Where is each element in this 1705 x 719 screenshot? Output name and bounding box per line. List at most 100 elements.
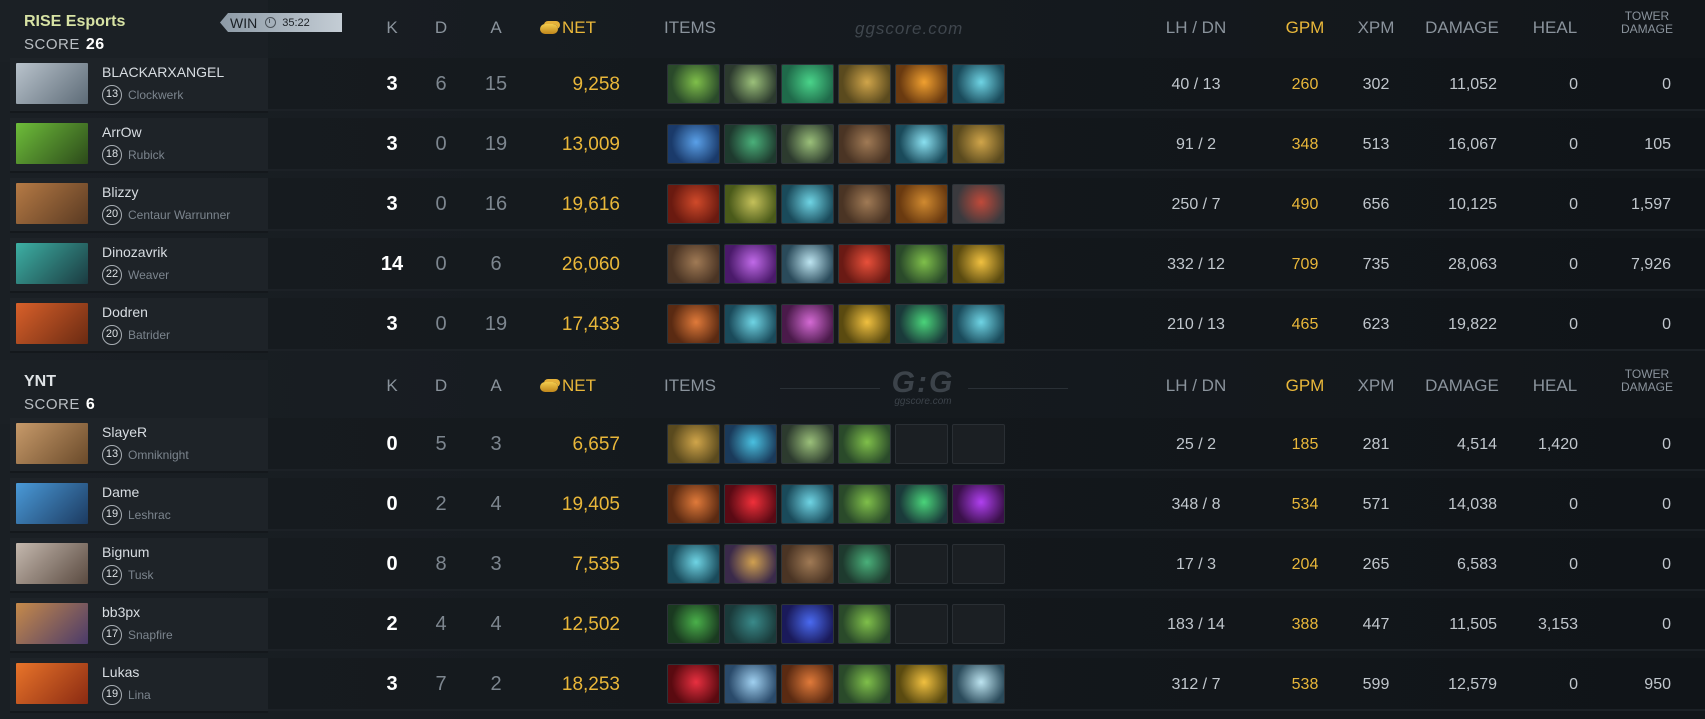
player-name[interactable]: BLACKARXANGEL xyxy=(102,64,224,80)
boots-icon[interactable] xyxy=(781,544,834,584)
boots-icon[interactable] xyxy=(838,184,891,224)
player-row[interactable]: SlayeR 13 Omniknight 0 5 3 6,657 25 / 2 185 281 4,… xyxy=(0,418,1705,473)
hero-portrait[interactable] xyxy=(16,183,88,224)
blink-dagger-icon[interactable] xyxy=(724,124,777,164)
player-name[interactable]: Bignum xyxy=(102,544,149,560)
wind-lace-icon[interactable] xyxy=(781,184,834,224)
player-card[interactable]: Bignum 12 Tusk xyxy=(10,538,268,593)
hero-portrait[interactable] xyxy=(16,303,88,344)
helm-icon[interactable] xyxy=(952,244,1005,284)
player-row[interactable]: bb3px 17 Snapfire 2 4 4 12,502 183 / 14 388 447 11… xyxy=(0,598,1705,653)
player-row[interactable]: Dodren 20 Batrider 3 0 19 17,433 210 / 13 465 623… xyxy=(0,298,1705,353)
empty-item-slot[interactable] xyxy=(895,544,948,584)
quelling-blade-icon[interactable] xyxy=(781,424,834,464)
wind-lace-icon[interactable] xyxy=(667,544,720,584)
wind-lace-icon[interactable] xyxy=(952,64,1005,104)
bloodstone-icon[interactable] xyxy=(724,484,777,524)
player-name[interactable]: Dame xyxy=(102,484,139,500)
tranquil-boots-icon[interactable] xyxy=(781,64,834,104)
skadi-icon[interactable] xyxy=(781,244,834,284)
hero-portrait[interactable] xyxy=(16,603,88,644)
empty-item-slot[interactable] xyxy=(952,424,1005,464)
player-name[interactable]: bb3px xyxy=(102,604,140,620)
hero-portrait[interactable] xyxy=(16,483,88,524)
lotus-icon[interactable] xyxy=(895,484,948,524)
blink-dagger-icon[interactable] xyxy=(838,544,891,584)
iron-branch-icon[interactable] xyxy=(838,664,891,704)
lotus-icon[interactable] xyxy=(895,304,948,344)
player-name[interactable]: Lukas xyxy=(102,664,139,680)
mango-icon[interactable] xyxy=(895,64,948,104)
player-name[interactable]: Dodren xyxy=(102,304,148,320)
pipe-icon[interactable] xyxy=(724,184,777,224)
hero-portrait[interactable] xyxy=(16,123,88,164)
iron-branch-icon[interactable] xyxy=(667,64,720,104)
cloak-icon[interactable] xyxy=(667,304,720,344)
player-row[interactable]: ArrOw 18 Rubick 3 0 19 13,009 91 / 2 348 513 16,06… xyxy=(0,118,1705,173)
boots-icon[interactable] xyxy=(667,244,720,284)
player-row[interactable]: Lukas 19 Lina 3 7 2 18,253 312 / 7 538 599 12,579 0… xyxy=(0,658,1705,713)
iron-branch-icon[interactable] xyxy=(838,484,891,524)
orchid-icon[interactable] xyxy=(724,244,777,284)
urn-icon[interactable] xyxy=(838,64,891,104)
heart-icon[interactable] xyxy=(667,184,720,224)
empty-item-slot[interactable] xyxy=(895,424,948,464)
iron-branch-icon[interactable] xyxy=(838,424,891,464)
skadi-icon[interactable] xyxy=(952,664,1005,704)
player-card[interactable]: Dame 19 Leshrac xyxy=(10,478,268,533)
empty-item-slot[interactable] xyxy=(952,604,1005,644)
player-card[interactable]: Blizzy 20 Centaur Warrunner xyxy=(10,178,268,233)
player-name[interactable]: Blizzy xyxy=(102,184,139,200)
mask-icon[interactable] xyxy=(895,184,948,224)
sange-icon[interactable] xyxy=(838,244,891,284)
player-card[interactable]: SlayeR 13 Omniknight xyxy=(10,418,268,473)
iron-branch-icon[interactable] xyxy=(838,604,891,644)
glimmer-cape-icon[interactable] xyxy=(667,124,720,164)
claw-icon[interactable] xyxy=(667,664,720,704)
armor-icon[interactable] xyxy=(952,184,1005,224)
force-staff-icon[interactable] xyxy=(895,124,948,164)
player-row[interactable]: BLACKARXANGEL 13 Clockwerk 3 6 15 9,258 40 / 13… xyxy=(0,58,1705,113)
boots-icon[interactable] xyxy=(838,124,891,164)
hero-portrait[interactable] xyxy=(16,663,88,704)
player-name[interactable]: Dinozavrik xyxy=(102,244,167,260)
empty-item-slot[interactable] xyxy=(952,544,1005,584)
vest-icon[interactable] xyxy=(724,604,777,644)
hero-portrait[interactable] xyxy=(16,63,88,104)
player-name[interactable]: SlayeR xyxy=(102,424,147,440)
player-row[interactable]: Dinozavrik 22 Weaver 14 0 6 26,060 332 / 12 709 7… xyxy=(0,238,1705,293)
scepter-icon[interactable] xyxy=(781,604,834,644)
urn-icon[interactable] xyxy=(667,424,720,464)
quelling-blade-icon[interactable] xyxy=(724,64,777,104)
helm-icon[interactable] xyxy=(895,664,948,704)
cloak-icon[interactable] xyxy=(781,664,834,704)
sword-icon[interactable] xyxy=(724,664,777,704)
hero-portrait[interactable] xyxy=(16,423,88,464)
quelling-blade-icon[interactable] xyxy=(781,124,834,164)
hero-portrait[interactable] xyxy=(16,543,88,584)
hero-portrait[interactable] xyxy=(16,243,88,284)
urn-icon[interactable] xyxy=(952,124,1005,164)
player-card[interactable]: Dodren 20 Batrider xyxy=(10,298,268,353)
wind-lace-icon[interactable] xyxy=(724,304,777,344)
empty-item-slot[interactable] xyxy=(895,604,948,644)
dagon-icon[interactable] xyxy=(952,484,1005,524)
player-row[interactable]: Blizzy 20 Centaur Warrunner 3 0 16 19,616 250 /… xyxy=(0,178,1705,233)
player-row[interactable]: Dame 19 Leshrac 0 2 4 19,405 348 / 8 534 571 14,03… xyxy=(0,478,1705,533)
player-card[interactable]: Lukas 19 Lina xyxy=(10,658,268,713)
smoke-icon[interactable] xyxy=(724,544,777,584)
player-card[interactable]: bb3px 17 Snapfire xyxy=(10,598,268,653)
player-name[interactable]: ArrOw xyxy=(102,124,142,140)
player-card[interactable]: Dinozavrik 22 Weaver xyxy=(10,238,268,293)
ward-icon[interactable] xyxy=(667,604,720,644)
player-card[interactable]: BLACKARXANGEL 13 Clockwerk xyxy=(10,58,268,113)
orb-icon[interactable] xyxy=(781,304,834,344)
wind-lace-icon[interactable] xyxy=(781,484,834,524)
cloak-icon[interactable] xyxy=(667,484,720,524)
wind-lace-icon[interactable] xyxy=(952,304,1005,344)
iron-branch-icon[interactable] xyxy=(895,244,948,284)
helm-icon[interactable] xyxy=(838,304,891,344)
player-card[interactable]: ArrOw 18 Rubick xyxy=(10,118,268,173)
player-row[interactable]: Bignum 12 Tusk 0 8 3 7,535 17 / 3 204 265 6,583 0 0 xyxy=(0,538,1705,593)
arcane-icon[interactable] xyxy=(724,424,777,464)
